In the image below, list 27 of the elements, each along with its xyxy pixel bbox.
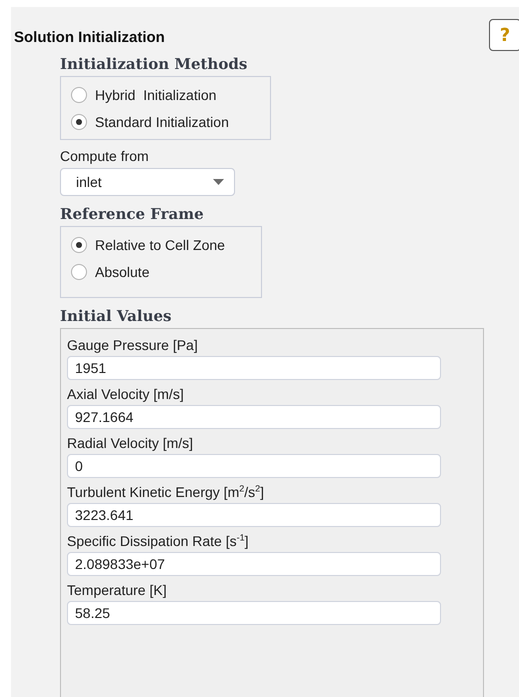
section-heading: Initial Values [60,306,172,326]
radio-label[interactable]: Hybrid Initialization [95,86,216,102]
radio-button[interactable] [71,236,87,252]
field-label: Specific Dissipation Rate [s$^{-1}$] [67,531,250,551]
panel-title: Solution Initialization [14,28,165,46]
field-label: Temperature [K] [67,581,168,600]
input-field[interactable]: 3223.641 [67,503,441,527]
field-label: Gauge Pressure [Pa] [67,336,199,355]
compute-from-dropdown[interactable]: inlet [60,168,235,196]
field-label: Compute from [60,148,150,164]
field-label: Turbulent Kinetic Energy [m$^{2}$/s$^{2}$] [67,482,266,502]
section-heading: Initialization Methods [60,54,248,74]
radio-button[interactable] [71,114,87,130]
field-label: Axial Velocity [m/s] [67,385,185,404]
caret-icon [213,179,224,185]
radio-label[interactable]: Absolute [95,264,150,280]
input-field[interactable]: 0 [67,454,441,478]
input-field[interactable]: 927.1664 [67,405,441,429]
input-field[interactable]: 1951 [67,356,441,380]
input-field[interactable]: 58.25 [67,601,441,625]
section-heading: Reference Frame [60,204,205,224]
radio-button[interactable] [71,264,87,280]
radio-button[interactable] [71,86,87,102]
input-field[interactable]: 2.089833e+07 [67,552,441,576]
field-label: Radial Velocity [m/s] [67,434,194,453]
radio-label[interactable]: Relative to Cell Zone [95,236,225,252]
radio-label[interactable]: Standard Initialization [95,114,229,130]
